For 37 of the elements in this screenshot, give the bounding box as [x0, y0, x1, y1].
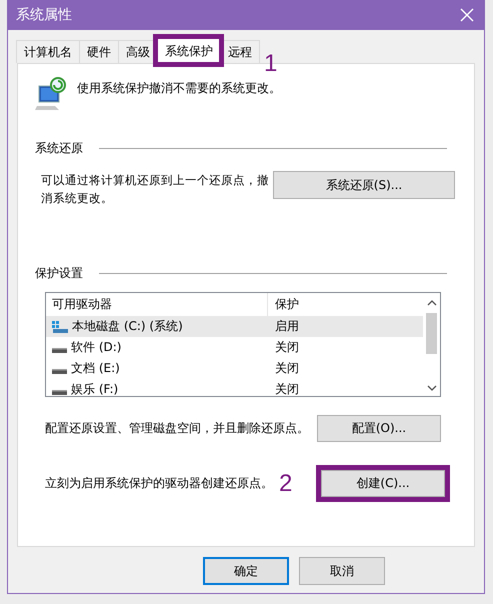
- drive-name: 本地磁盘 (C:) (系统): [72, 318, 183, 335]
- restore-description: 可以通过将计算机还原到上一个还原点，撤消系统更改。: [41, 172, 270, 207]
- dialog-button[interactable]: 取消: [299, 557, 385, 585]
- close-icon[interactable]: [460, 8, 474, 22]
- system-drive-icon: [52, 320, 68, 332]
- configure-button[interactable]: 配置(O)...: [317, 415, 441, 442]
- scroll-up-icon[interactable]: [426, 299, 436, 307]
- dialog-button[interactable]: 确定: [203, 557, 289, 585]
- create-button[interactable]: 创建(C)...: [321, 470, 445, 497]
- drive-name: 娱乐 (F:): [71, 381, 118, 398]
- drive-row[interactable]: 文档 (E:) 关闭: [46, 358, 423, 379]
- drive-icon: [52, 390, 67, 394]
- window-title: 系统属性: [16, 6, 72, 24]
- scroll-down-icon[interactable]: [426, 384, 436, 392]
- protection-status: 启用: [274, 318, 299, 335]
- drive-row[interactable]: 本地磁盘 (C:) (系统) 启用: [46, 316, 423, 337]
- protection-status: 关闭: [274, 381, 299, 398]
- drive-icon: [52, 348, 67, 352]
- drive-row[interactable]: 娱乐 (F:) 关闭: [46, 379, 423, 400]
- highlight-frame: [153, 34, 224, 67]
- computer-icon: [33, 76, 69, 112]
- column-header[interactable]: 保护: [268, 296, 299, 313]
- section-heading: 保护设置: [35, 265, 83, 282]
- step-number: 1: [264, 52, 278, 76]
- tab[interactable]: 计算机名: [16, 40, 80, 63]
- drive-name: 文档 (E:): [71, 360, 120, 377]
- drive-row[interactable]: 软件 (D:) 关闭: [46, 337, 423, 358]
- intro-text: 使用系统保护撤消不需要的系统更改。: [77, 80, 281, 97]
- protection-status: 关闭: [274, 339, 299, 356]
- protection-status: 关闭: [274, 360, 299, 377]
- system-restore-button[interactable]: 系统还原(S)...: [273, 171, 455, 199]
- drive-icon: [52, 368, 67, 374]
- config-description: 配置还原设置、管理磁盘空间，并且删除还原点。: [45, 420, 309, 437]
- step-number: 2: [279, 472, 292, 496]
- drive-name: 软件 (D:): [71, 339, 122, 356]
- section-heading: 系统还原: [35, 140, 83, 157]
- create-description: 立刻为启用系统保护的驱动器创建还原点。: [45, 475, 273, 492]
